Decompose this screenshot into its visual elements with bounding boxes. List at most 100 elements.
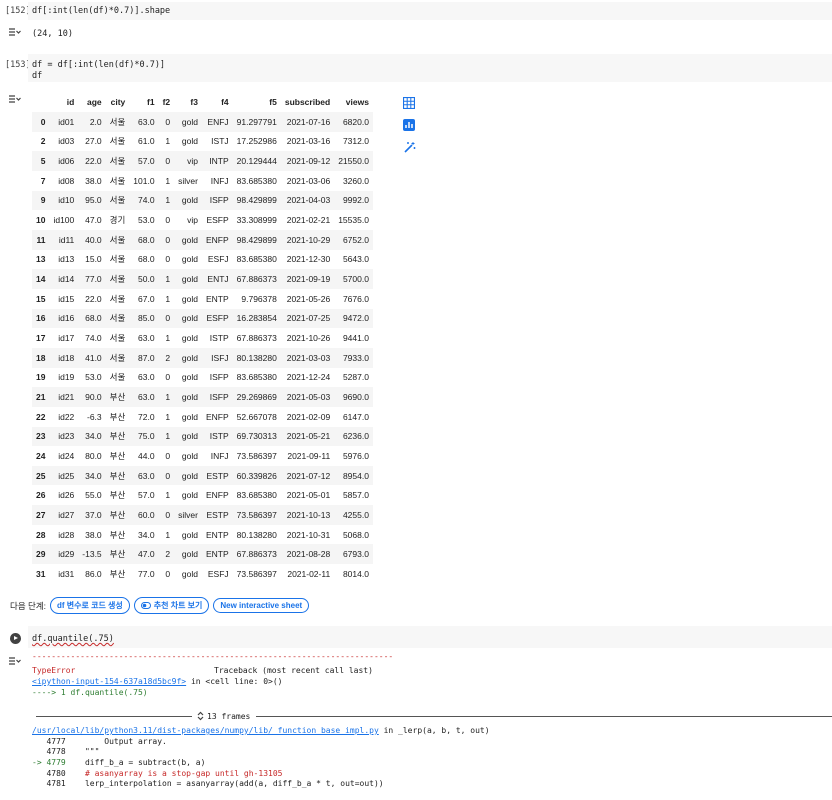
table-cell: 3260.0	[342, 175, 369, 186]
table-row: 9 id10 95.0 서울 74.0 1 gold ISFP 98.429899 2021-04…	[32, 190, 373, 211]
output-toggle-icon[interactable]	[8, 94, 21, 104]
table-cell: gold	[181, 490, 198, 501]
table-cell: gold	[181, 392, 198, 403]
table-header-row: id age city f1 f2 f3 f4 f5 subscribed vi…	[32, 92, 373, 112]
traceback-file-location: /usr/local/lib/python3.11/dist-packages/…	[32, 726, 490, 735]
frames-toggle[interactable]: 13 frames	[197, 711, 250, 721]
table-cell: 44.0	[138, 450, 155, 461]
row-index: 28	[36, 529, 46, 540]
generate-code-chip[interactable]: df 변수로 코드 생성	[50, 597, 130, 614]
table-cell: ESFJ	[207, 254, 229, 265]
table-cell: 8954.0	[342, 470, 369, 481]
table-cell: 16.283854	[236, 313, 277, 324]
row-index: 26	[36, 490, 46, 501]
table-cell: 0	[165, 254, 171, 265]
magic-wand-icon[interactable]	[402, 140, 416, 154]
table-cell: 38.0	[85, 529, 102, 540]
suggest-charts-icon[interactable]	[402, 118, 416, 132]
table-cell: 80.138280	[236, 352, 277, 363]
row-index: 23	[36, 431, 46, 442]
table-cell: -6.3	[87, 411, 102, 422]
table-cell: ISTJ	[211, 136, 229, 147]
table-cell: 2021-05-21	[286, 431, 331, 442]
traceback-divider: ----------------------------------------…	[32, 652, 394, 661]
table-cell: 34.0	[85, 431, 102, 442]
table-cell: 101.0	[133, 175, 155, 186]
table-cell: 서울	[109, 293, 126, 304]
ipython-input-link[interactable]: <ipython-input-154-637a18d5bc9f>	[32, 677, 186, 686]
table-cell: 2021-10-13	[286, 509, 331, 520]
table-cell: 83.685380	[236, 175, 277, 186]
row-index: 16	[36, 313, 46, 324]
output-toggle-icon[interactable]	[8, 27, 21, 37]
source-code: Output array.	[65, 737, 167, 746]
table-cell: 0	[165, 215, 171, 226]
location-text: in <cell line: 0>()	[186, 677, 283, 686]
output-toggle-icon[interactable]	[8, 656, 21, 666]
table-cell: 57.0	[138, 156, 155, 167]
code-cell-154[interactable]	[28, 626, 832, 648]
table-cell: 67.886373	[236, 549, 277, 560]
new-interactive-sheet-chip[interactable]: New interactive sheet	[213, 598, 310, 613]
table-cell: 2021-09-11	[287, 450, 331, 461]
table-cell: 6820.0	[342, 116, 369, 127]
table-cell: 20.129444	[236, 156, 277, 167]
table-cell: 0	[165, 509, 171, 520]
execution-count: [152]	[5, 6, 31, 16]
table-cell: 2021-02-09	[286, 411, 331, 422]
row-index: 10	[36, 215, 46, 226]
table-cell: id15	[58, 293, 75, 304]
table-cell: 40.0	[85, 234, 102, 245]
convert-to-table-icon[interactable]	[402, 96, 416, 110]
table-cell: 부산	[109, 490, 126, 501]
table-cell: ESFP	[206, 215, 229, 226]
source-code: diff_b_a = subtract(b, a)	[65, 758, 206, 767]
table-row: 16 id16 68.0 서울 85.0 0 gold ESFP 16.283854 2021-0…	[32, 308, 373, 329]
table-cell: 15535.0	[338, 215, 369, 226]
source-file-link[interactable]: /usr/local/lib/python3.11/dist-packages/…	[32, 726, 379, 735]
table-cell: gold	[181, 195, 198, 206]
row-index: 2	[40, 136, 46, 147]
table-cell: id19	[58, 372, 75, 383]
table-cell: 53.0	[138, 215, 155, 226]
row-index: 22	[36, 411, 46, 422]
table-cell: ISTP	[209, 431, 229, 442]
table-cell: 21550.0	[338, 156, 369, 167]
row-index: 19	[36, 372, 46, 383]
table-cell: id13	[58, 254, 75, 265]
table-row: 7 id08 38.0 서울 101.0 1 silver INFJ 83.685380 2021…	[32, 170, 373, 191]
table-row: 10 id100 47.0 경기 53.0 0 vip ESFP 33.308999 2021-0…	[32, 210, 373, 230]
table-cell: id18	[58, 352, 75, 363]
table-cell: 52.667078	[236, 411, 277, 422]
recommended-charts-chip[interactable]: 추천 차트 보기	[133, 597, 210, 614]
table-cell: 2021-02-21	[286, 215, 331, 226]
table-cell: 2021-12-24	[286, 372, 331, 383]
table-cell: ENFP	[205, 490, 229, 501]
table-cell: id16	[58, 313, 75, 324]
table-cell: 53.0	[85, 372, 102, 383]
table-row: 15 id15 22.0 서울 67.0 1 gold ENTP 9.796378 2021-05…	[32, 288, 373, 309]
row-index: 0	[40, 116, 46, 127]
table-row: 24 id24 80.0 부산 44.0 0 gold INFJ 73.586397 2021-0…	[32, 446, 373, 466]
toggle-icon	[140, 602, 151, 609]
table-row: 26 id26 55.0 부산 57.0 1 gold ENFP 83.685380 2021-0…	[32, 485, 373, 506]
table-cell: 73.586397	[236, 450, 277, 461]
table-cell: id03	[58, 136, 75, 147]
table-cell: gold	[181, 333, 198, 344]
table-cell: 0	[165, 372, 171, 383]
table-cell: 67.0	[138, 293, 155, 304]
table-row: 31 id31 86.0 부산 77.0 0 gold ESFJ 73.586397 2021-0…	[32, 564, 373, 584]
table-cell: 2021-03-16	[286, 136, 331, 147]
table-row: 13 id13 15.0 서울 68.0 0 gold ESFJ 83.685380 2021-1…	[32, 249, 373, 270]
table-row: 14 id14 77.0 서울 50.0 1 gold ENTJ 67.886373 2021-0…	[32, 269, 373, 289]
line-number: 4777	[32, 737, 66, 746]
table-row: 17 id17 74.0 서울 63.0 1 gold ISTP 67.886373 2021-1…	[32, 328, 373, 348]
table-cell: id11	[58, 234, 75, 245]
table-cell: gold	[181, 313, 198, 324]
table-cell: gold	[181, 411, 198, 422]
table-cell: 34.0	[85, 470, 102, 481]
table-row: 25 id25 34.0 부산 63.0 0 gold ESTP 60.339826 2021-0…	[32, 465, 373, 486]
column-header: views	[345, 97, 369, 107]
table-cell: ENFJ	[207, 116, 229, 127]
run-cell-button[interactable]	[10, 633, 21, 644]
